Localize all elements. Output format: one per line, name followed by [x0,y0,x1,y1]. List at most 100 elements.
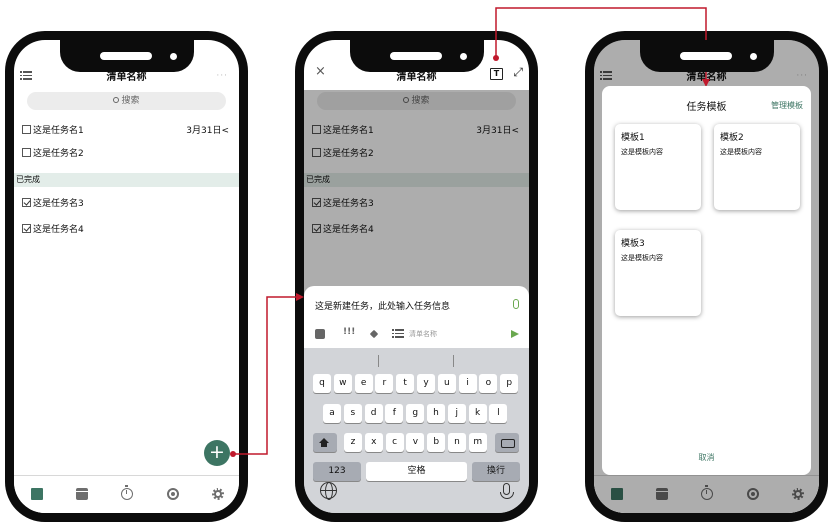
key-t[interactable]: t [396,374,415,393]
chevron-left-icon[interactable]: < [221,126,229,136]
cancel-button[interactable]: 取消 [602,452,811,463]
key-d[interactable]: d [364,404,383,423]
key-p[interactable]: p [500,374,519,393]
camera [749,53,757,60]
template-screen: 清单名称 ··· 任务模板 管理模板 模板1 这是模板内容 模板2 这是模板内容… [594,40,819,513]
shift-key[interactable] [313,433,337,452]
template-content: 这是模板内容 [621,148,663,156]
template-content: 这是模板内容 [621,254,663,262]
expand-icon[interactable]: ⤢ [513,65,523,80]
key-u[interactable]: u [437,374,456,393]
editor-screen: × 清单名称 T ⤢ 搜索 这是任务名1 3月31日< 这是任务名2 已完成 这… [304,40,529,513]
calendar-icon[interactable] [76,488,88,500]
keyboard: q w e r t y u i o p a s d f g h j k l z x c v b n m 123 空格 換行 [304,348,529,513]
search-icon [113,97,120,103]
new-task-sheet: 这是新建任务，此处输入任务信息 !!! 清单名称 [304,286,529,348]
task-name: 这是任务名4 [33,225,84,235]
list-name-picker[interactable]: 清单名称 [409,329,437,339]
phone-notch [59,40,194,72]
speaker [389,52,442,60]
phone-editor-screen: × 清单名称 T ⤢ 搜索 这是任务名1 3月31日< 这是任务名2 已完成 这… [295,31,538,522]
home-icon[interactable] [31,488,43,500]
phone-template-screen: 清单名称 ··· 任务模板 管理模板 模板1 这是模板内容 模板2 这是模板内容… [585,31,828,522]
priority-icon[interactable]: !!! [343,327,355,337]
tag-icon[interactable] [369,329,379,339]
backspace-key[interactable] [495,433,519,452]
numbers-key[interactable]: 123 [313,462,361,481]
search-bar[interactable]: 搜索 [27,92,226,110]
speaker [679,52,732,60]
task-checkbox-checked[interactable] [22,198,31,207]
return-key[interactable]: 換行 [472,462,520,481]
add-task-button[interactable]: + [204,440,230,466]
phone-notch [639,40,774,72]
key-h[interactable]: h [427,404,445,423]
key-y[interactable]: y [417,374,435,393]
template-button[interactable]: T [490,68,503,80]
template-name: 模板3 [621,239,645,249]
completed-task-row[interactable]: 这是任务名4 [22,222,231,238]
key-e[interactable]: e [354,374,373,393]
list-screen: 清单名称 ··· 搜索 这是任务名1 3月31日< 这是任务名2 已完成 这是任… [14,40,239,513]
template-card[interactable]: 模板2 这是模板内容 [714,124,800,210]
completed-task-row[interactable]: 这是任务名3 [22,196,231,212]
task-row[interactable]: 这是任务名1 3月31日< [22,123,231,139]
task-checkbox-checked[interactable] [22,224,31,233]
task-tools-row: !!! 清单名称 [314,327,519,340]
task-name: 这是任务名2 [33,149,84,159]
key-o[interactable]: o [479,374,498,393]
camera [459,53,467,60]
list-icon[interactable] [392,329,404,338]
search-placeholder: 搜索 [121,96,140,106]
template-name: 模板2 [720,133,744,143]
key-a[interactable]: a [323,404,341,423]
key-l[interactable]: l [489,404,508,423]
template-card[interactable]: 模板1 这是模板内容 [615,124,701,210]
send-icon[interactable] [511,330,519,338]
key-w[interactable]: w [333,374,352,393]
phone-list-screen: 清单名称 ··· 搜索 这是任务名1 3月31日< 这是任务名2 已完成 这是任… [5,31,248,522]
location-icon[interactable] [167,488,179,500]
template-modal: 任务模板 管理模板 模板1 这是模板内容 模板2 这是模板内容 模板3 这是模板… [602,86,811,475]
date-icon[interactable] [315,329,325,339]
template-card[interactable]: 模板3 这是模板内容 [615,230,701,316]
task-input[interactable]: 这是新建任务，此处输入任务信息 [315,299,450,312]
suggestion-divider [453,355,454,367]
key-i[interactable]: i [458,374,477,393]
globe-icon[interactable] [320,482,337,500]
task-checkbox[interactable] [22,125,31,134]
task-name: 这是任务名3 [33,199,84,209]
completed-section-header[interactable]: 已完成 [14,173,239,187]
timer-icon[interactable] [121,485,133,500]
key-q[interactable]: q [313,374,331,393]
voice-input-icon[interactable] [513,299,519,309]
task-name: 这是任务名1 [33,126,84,136]
microphone-icon[interactable] [500,483,514,499]
more-options-icon[interactable]: ··· [216,72,228,81]
key-v[interactable]: v [406,433,425,452]
task-row[interactable]: 这是任务名2 [22,146,231,162]
bottom-tab-bar [14,475,239,513]
key-m[interactable]: m [468,433,487,452]
key-g[interactable]: g [406,404,425,423]
key-z[interactable]: z [344,433,362,452]
space-key[interactable]: 空格 [366,462,467,481]
speaker [99,52,152,60]
camera [169,53,177,60]
phone-notch [349,40,484,72]
key-c[interactable]: c [385,433,404,452]
key-x[interactable]: x [364,433,383,452]
manage-templates-button[interactable]: 管理模板 [771,100,803,111]
key-s[interactable]: s [343,404,362,423]
task-checkbox[interactable] [22,148,31,157]
task-due-date: 3月31日< [186,126,229,136]
suggestion-divider [378,355,379,367]
key-n[interactable]: n [448,433,466,452]
key-r[interactable]: r [375,374,394,393]
key-k[interactable]: k [468,404,487,423]
key-j[interactable]: j [447,404,466,423]
template-name: 模板1 [621,133,645,143]
key-f[interactable]: f [385,404,404,423]
key-b[interactable]: b [427,433,446,452]
settings-icon[interactable] [211,487,225,501]
